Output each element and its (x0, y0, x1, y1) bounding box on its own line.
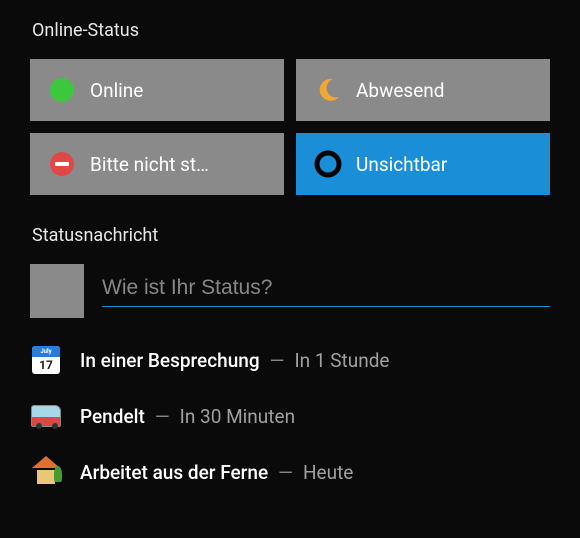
status-option-label: Abwesend (356, 79, 445, 102)
online-status-title: Online-Status (32, 20, 550, 41)
moon-icon (314, 76, 342, 104)
status-options-grid: Online Abwesend Bitte nicht st… Unsichtb… (30, 59, 550, 195)
dnd-icon (48, 150, 76, 178)
status-option-invisible[interactable]: Unsichtbar (296, 133, 550, 195)
status-suggestion-list: July17 In einer Besprechung — In 1 Stund… (30, 342, 550, 490)
status-message-title: Statusnachricht (32, 225, 550, 246)
circle-outline-icon (314, 150, 342, 178)
suggestion-commuting[interactable]: Pendelt — In 30 Minuten (30, 398, 550, 434)
online-status-section: Online-Status Online Abwesend Bitte nich… (30, 20, 550, 195)
bus-icon (30, 400, 62, 432)
suggestion-text: In einer Besprechung — In 1 Stunde (80, 349, 390, 372)
house-icon (30, 456, 62, 488)
suggestion-duration: In 1 Stunde (294, 349, 389, 372)
suggestion-duration: Heute (303, 461, 353, 484)
emoji-picker-button[interactable] (30, 264, 84, 318)
suggestion-label: Pendelt (80, 405, 145, 428)
status-option-dnd[interactable]: Bitte nicht st… (30, 133, 284, 195)
status-option-label: Bitte nicht st… (90, 153, 209, 176)
calendar-icon: July17 (30, 344, 62, 376)
suggestion-meeting[interactable]: July17 In einer Besprechung — In 1 Stund… (30, 342, 550, 378)
status-option-label: Unsichtbar (356, 153, 447, 176)
status-option-away[interactable]: Abwesend (296, 59, 550, 121)
dash-icon: — (278, 461, 293, 484)
status-option-online[interactable]: Online (30, 59, 284, 121)
status-option-label: Online (90, 79, 143, 102)
suggestion-duration: In 30 Minuten (180, 405, 295, 428)
suggestion-text: Pendelt — In 30 Minuten (80, 405, 295, 428)
suggestion-label: In einer Besprechung (80, 349, 260, 372)
dash-icon: — (155, 405, 170, 428)
suggestion-label: Arbeitet aus der Ferne (80, 461, 268, 484)
suggestion-text: Arbeitet aus der Ferne — Heute (80, 461, 353, 484)
status-input[interactable] (102, 276, 550, 300)
suggestion-remote[interactable]: Arbeitet aus der Ferne — Heute (30, 454, 550, 490)
status-message-section: Statusnachricht July17 In einer Besprech… (30, 225, 550, 490)
dash-icon: — (270, 349, 285, 372)
online-dot-icon (48, 76, 76, 104)
status-input-wrapper (102, 276, 550, 307)
status-input-row (30, 264, 550, 318)
